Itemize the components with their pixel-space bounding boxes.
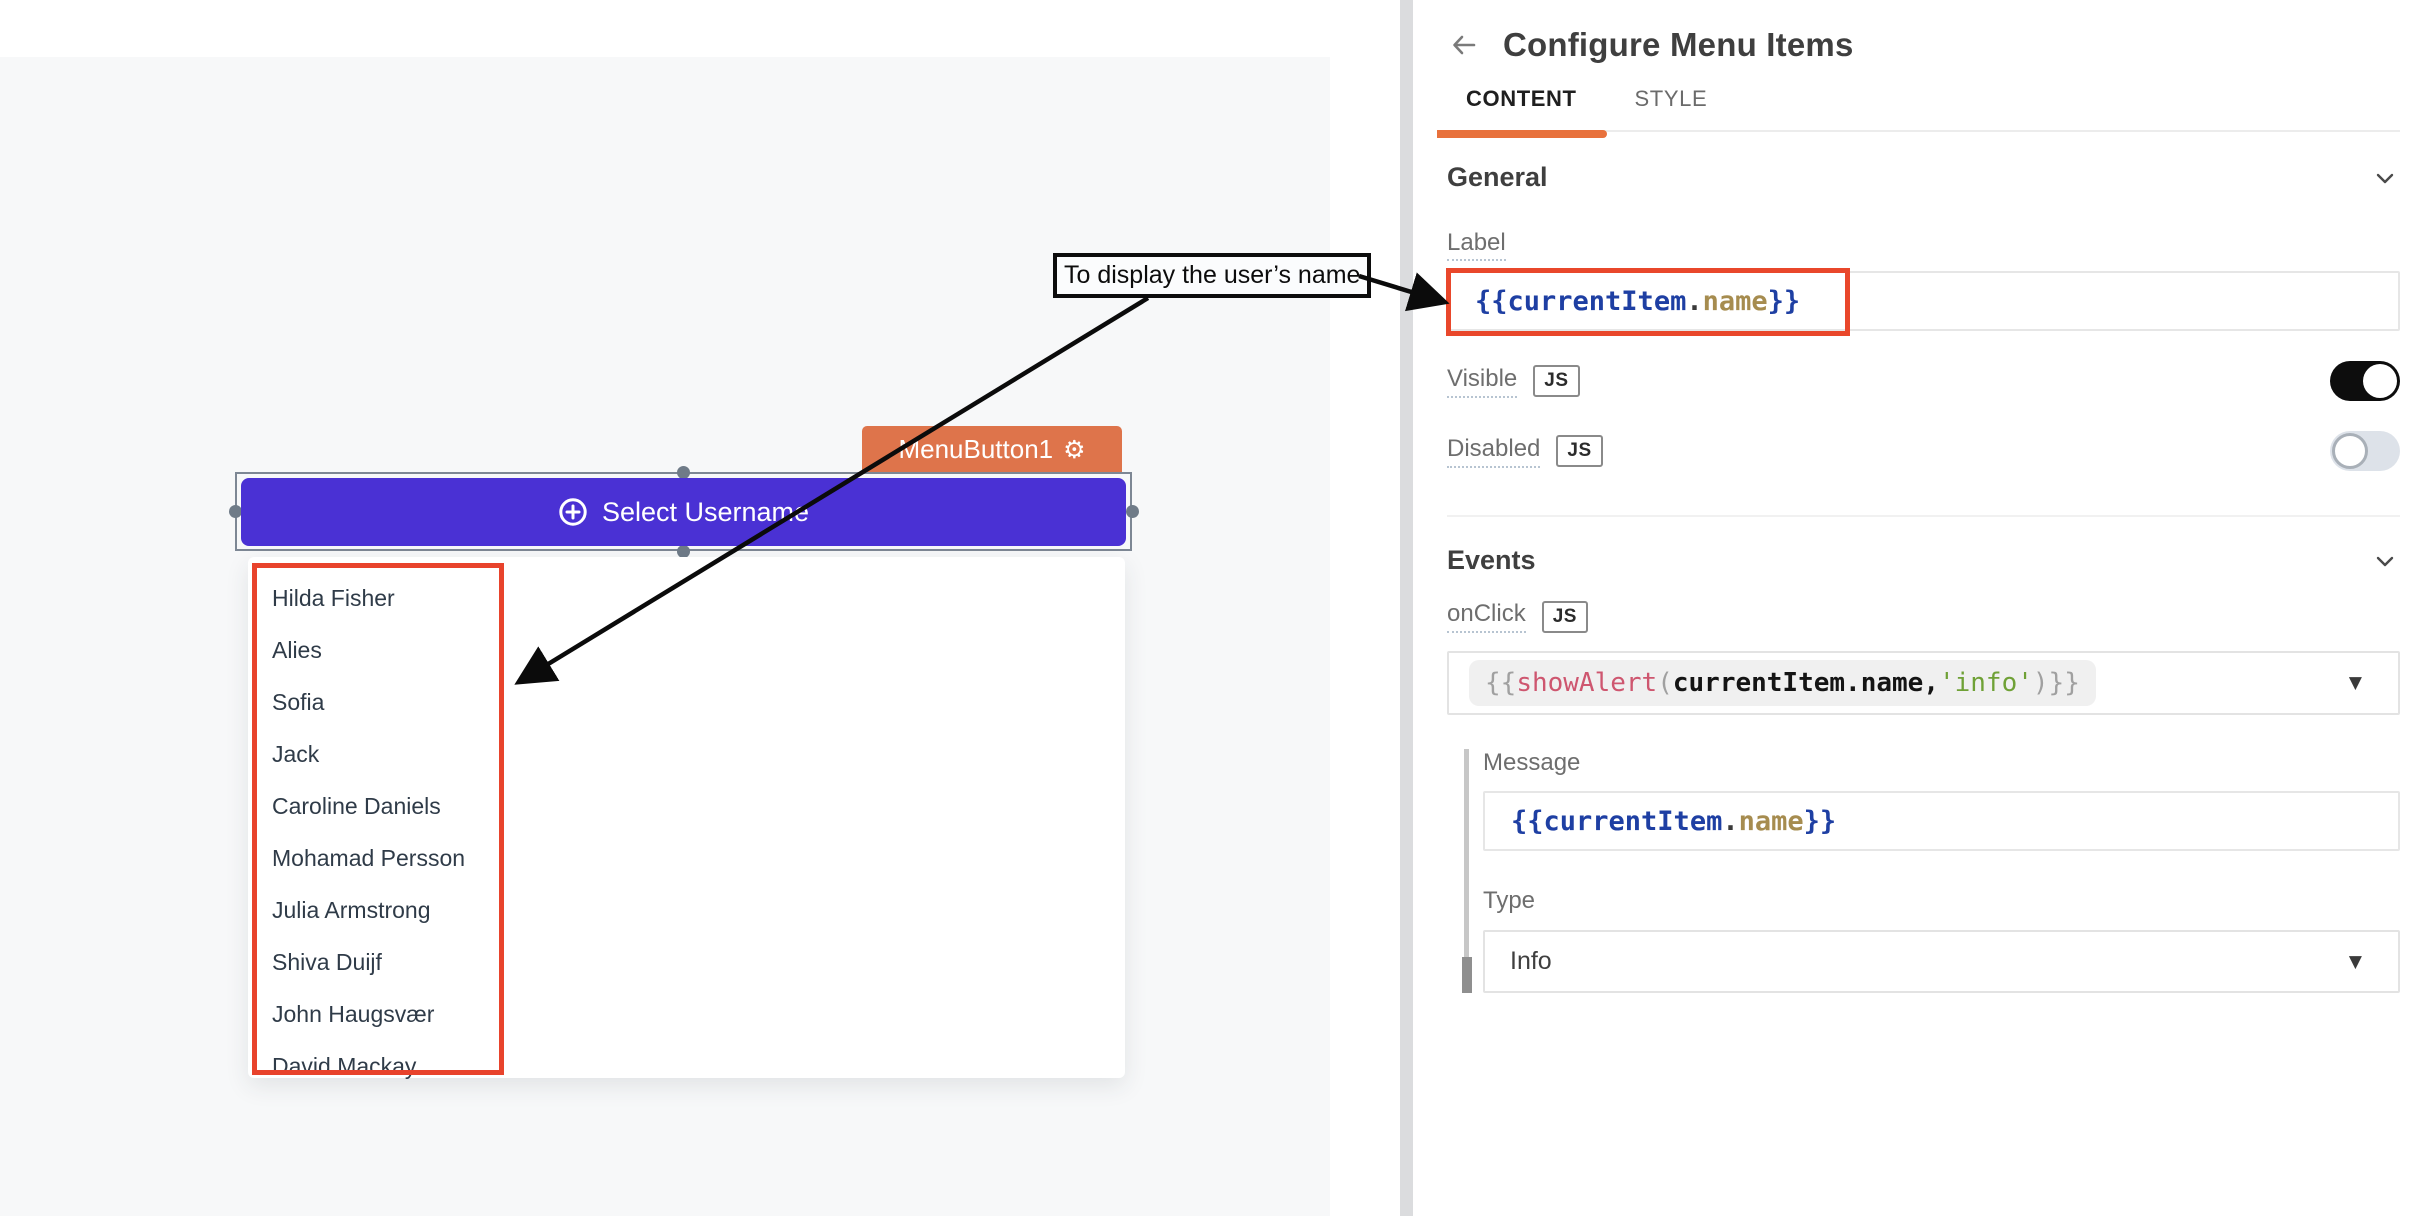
disabled-toggle[interactable] — [2330, 431, 2400, 471]
active-tab-indicator — [1437, 130, 1607, 138]
visible-label: Visible — [1447, 365, 1517, 398]
chip-string: 'info' — [1939, 668, 2033, 698]
message-input[interactable]: {{currentItem.name}} — [1483, 791, 2400, 851]
chip-fn: showAlert — [1516, 668, 1657, 698]
general-section-title: General — [1447, 162, 1548, 193]
code-open-brace: {{ — [1475, 286, 1508, 317]
onclick-label: onClick — [1447, 600, 1526, 633]
onclick-code-chip: {{showAlert(currentItem.name,'info')}} — [1469, 660, 2096, 706]
general-section-header[interactable]: General — [1447, 162, 2400, 193]
tab-style-label: STYLE — [1635, 86, 1708, 111]
chip-comma: , — [1923, 668, 1939, 698]
events-section-title: Events — [1447, 545, 1536, 576]
toggle-knob — [2363, 364, 2397, 398]
section-separator — [1447, 515, 2400, 517]
code-dot: . — [1722, 806, 1738, 837]
widget-name-label: MenuButton1 — [898, 434, 1053, 465]
visible-js-toggle-button[interactable]: JS — [1533, 365, 1579, 397]
list-item[interactable]: Jack — [272, 728, 1125, 780]
tab-style[interactable]: STYLE — [1635, 86, 1708, 130]
menu-dropdown-panel: Hilda FisherAliesSofiaJackCaroline Danie… — [248, 557, 1125, 1078]
code-dot: . — [1686, 286, 1702, 317]
type-select-value: Info — [1510, 947, 1552, 976]
onclick-js-toggle-button[interactable]: JS — [1542, 601, 1588, 633]
toggle-knob — [2332, 433, 2368, 469]
label-input[interactable]: {{currentItem.name}} — [1447, 271, 2400, 331]
list-item[interactable]: Caroline Daniels — [272, 780, 1125, 832]
chip-open: {{ — [1485, 668, 1516, 698]
chevron-down-icon[interactable] — [2370, 163, 2400, 193]
tab-content-label: CONTENT — [1466, 86, 1577, 111]
disabled-label: Disabled — [1447, 435, 1540, 468]
configure-menu-items-panel: Configure Menu Items CONTENT STYLE Gener… — [1413, 0, 2434, 1216]
panel-divider-scrollbar[interactable] — [1400, 0, 1413, 1216]
menu-button-widget[interactable]: Select Username — [241, 478, 1126, 546]
menu-button-label: Select Username — [602, 497, 809, 528]
list-item[interactable]: John Haugsvær — [272, 988, 1125, 1040]
code-prop: name — [1703, 286, 1768, 317]
arrow-left-icon — [1449, 30, 1479, 60]
resize-handle-right[interactable] — [1126, 505, 1139, 518]
list-item[interactable]: Hilda Fisher — [272, 572, 1125, 624]
events-section-header[interactable]: Events — [1447, 545, 2400, 576]
code-prop: name — [1739, 806, 1804, 837]
menu-items-list: Hilda FisherAliesSofiaJackCaroline Danie… — [248, 557, 1125, 1092]
disabled-js-toggle-button[interactable]: JS — [1556, 435, 1602, 467]
message-label: Message — [1483, 749, 1580, 776]
gear-icon[interactable]: ⚙ — [1063, 437, 1085, 462]
annotation-note-text: To display the user’s name — [1064, 261, 1360, 290]
list-item[interactable]: Alies — [272, 624, 1125, 676]
disabled-row: Disabled JS — [1447, 431, 2400, 471]
visible-toggle[interactable] — [2330, 361, 2400, 401]
list-item[interactable]: Shiva Duijf — [272, 936, 1125, 988]
code-open-brace: {{ — [1511, 806, 1544, 837]
list-item[interactable]: David Mackay — [272, 1040, 1125, 1092]
type-select[interactable]: Info ▼ — [1483, 930, 2400, 993]
chip-rparen: ) — [2033, 668, 2049, 698]
label-field-label: Label — [1447, 229, 1506, 261]
panel-title: Configure Menu Items — [1503, 26, 1854, 64]
type-label: Type — [1483, 887, 1535, 914]
panel-header: Configure Menu Items — [1447, 26, 2400, 64]
list-item[interactable]: Julia Armstrong — [272, 884, 1125, 936]
code-ident: currentItem — [1508, 286, 1687, 317]
chevron-down-icon[interactable] — [2370, 546, 2400, 576]
list-item[interactable]: Sofia — [272, 676, 1125, 728]
plus-circle-icon — [558, 497, 588, 527]
onclick-nested-options: Message {{currentItem.name}} Type Info ▼ — [1464, 749, 2400, 993]
code-close-brace: }} — [1804, 806, 1837, 837]
chip-close: }} — [2049, 668, 2080, 698]
tab-content[interactable]: CONTENT — [1466, 86, 1577, 130]
annotation-note-box: To display the user’s name — [1053, 253, 1371, 298]
canvas-area: MenuButton1 ⚙ Select Username Hilda Fish… — [0, 0, 1330, 1216]
chip-lparen: ( — [1657, 668, 1673, 698]
chip-args: currentItem.name — [1673, 668, 1923, 698]
visible-row: Visible JS — [1447, 361, 2400, 401]
back-button[interactable] — [1447, 28, 1481, 62]
dropdown-caret-icon: ▼ — [2349, 952, 2362, 972]
code-close-brace: }} — [1768, 286, 1801, 317]
onclick-action-dropdown[interactable]: {{showAlert(currentItem.name,'info')}} ▼ — [1447, 651, 2400, 715]
dropdown-caret-icon: ▼ — [2349, 673, 2362, 693]
widget-name-badge[interactable]: MenuButton1 ⚙ — [862, 426, 1122, 472]
code-ident: currentItem — [1544, 806, 1723, 837]
tab-bar: CONTENT STYLE — [1447, 86, 2400, 132]
list-item[interactable]: Mohamad Persson — [272, 832, 1125, 884]
